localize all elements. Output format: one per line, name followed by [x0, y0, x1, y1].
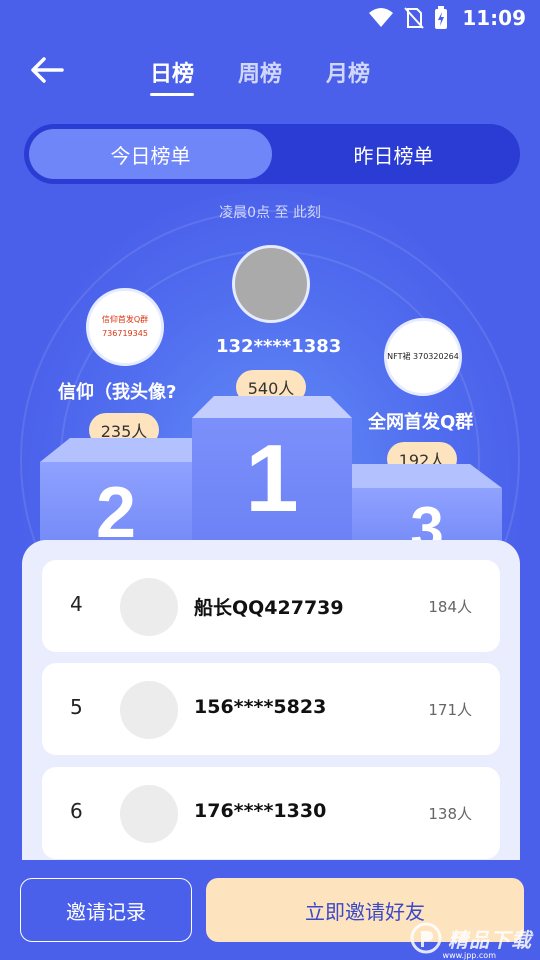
list-count: 171人 — [428, 701, 472, 719]
list-item[interactable]: 4 船长QQ427739 184人 — [42, 560, 500, 652]
watermark-url: www.jpp.com — [442, 951, 496, 960]
second-podium-top — [40, 438, 192, 462]
list-item[interactable]: 5 156****5823 171人 — [42, 663, 500, 755]
list-name: 176****1330 — [194, 800, 327, 822]
list-avatar — [120, 578, 178, 636]
list-name: 156****5823 — [194, 696, 327, 718]
list-count: 138人 — [428, 805, 472, 823]
invite-record-button[interactable]: 邀请记录 — [20, 878, 192, 942]
list-rank: 5 — [70, 695, 83, 719]
third-podium-top — [352, 464, 502, 488]
watermark-text: 精品下载 — [448, 927, 532, 952]
list-name: 船长QQ427739 — [194, 597, 344, 619]
watermark: 精品下载 — [410, 922, 532, 954]
list-count: 184人 — [428, 598, 472, 616]
watermark-logo-icon — [410, 922, 442, 954]
list-avatar — [120, 785, 178, 843]
list-rank: 6 — [70, 799, 83, 823]
first-podium-top — [192, 396, 352, 418]
rank-number-1: 1 — [245, 425, 299, 532]
list-rank: 4 — [70, 592, 83, 616]
list-avatar — [120, 681, 178, 739]
list-item[interactable]: 6 176****1330 138人 — [42, 767, 500, 859]
